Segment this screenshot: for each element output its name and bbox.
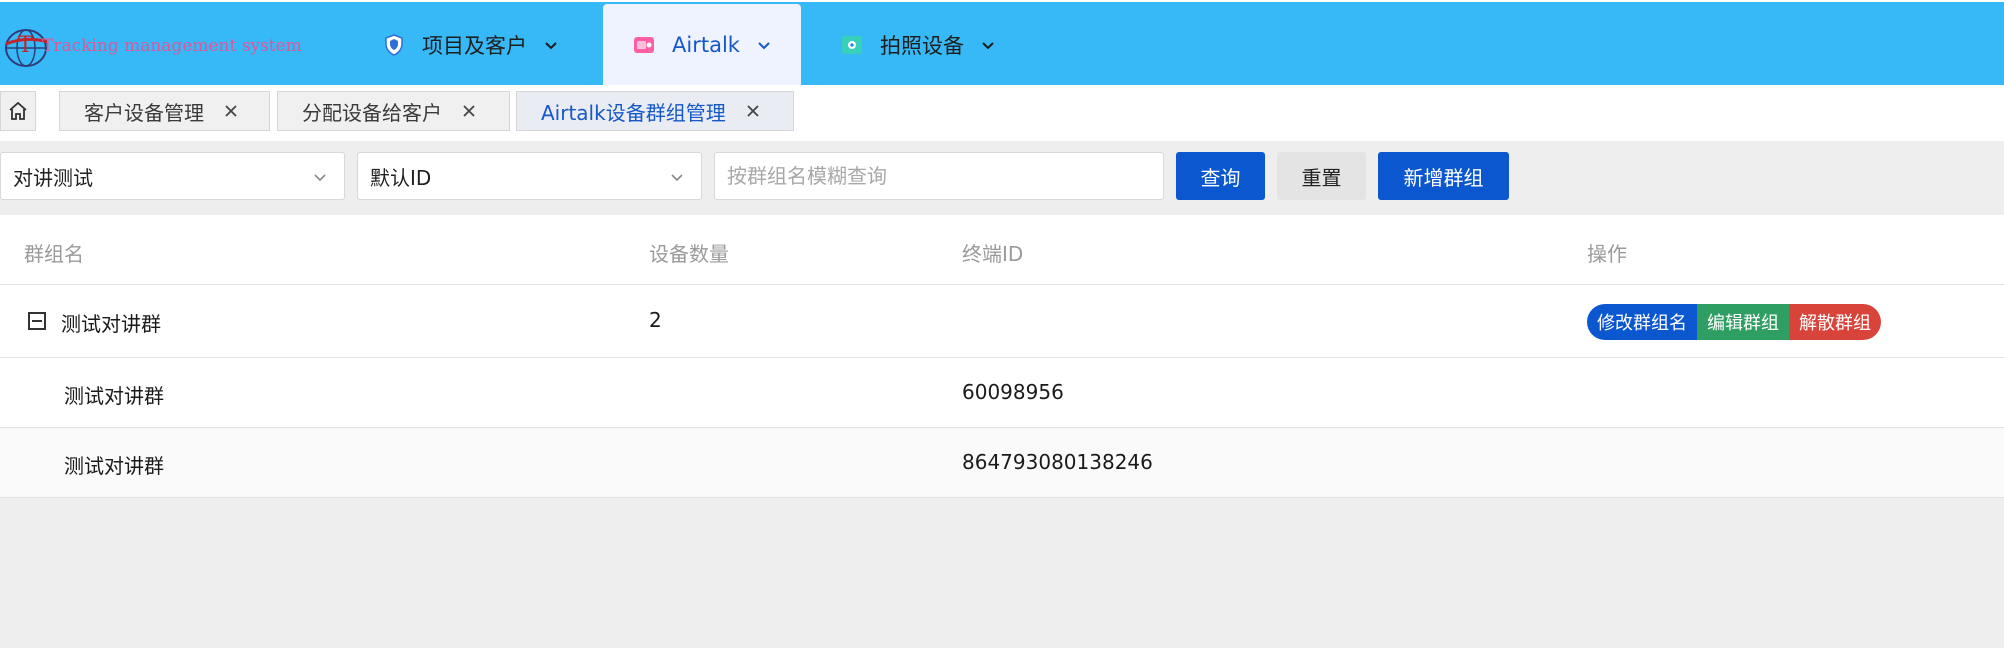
close-icon[interactable]: [224, 104, 238, 118]
tab-assign-devices[interactable]: 分配设备给客户: [277, 91, 510, 131]
tab-airtalk-groups[interactable]: Airtalk设备群组管理: [516, 91, 794, 131]
member-group-name-cell: 测试对讲群: [64, 454, 164, 478]
chevron-down-icon: [756, 37, 772, 53]
member-group-name-cell: 测试对讲群: [64, 384, 164, 408]
device-count-cell: 2: [649, 308, 662, 332]
table-header: 群组名 设备数量 终端ID 操作: [0, 215, 2004, 285]
reset-button[interactable]: 重置: [1277, 152, 1366, 200]
nav-label: 项目及客户: [422, 33, 527, 58]
svg-text:T: T: [18, 33, 33, 58]
table-row-child: 测试对讲群 60098956: [0, 358, 2004, 428]
column-header-terminal-id: 终端ID: [962, 242, 1024, 266]
query-button[interactable]: 查询: [1176, 152, 1265, 200]
home-icon: [9, 101, 27, 120]
camera-device-icon: [840, 33, 864, 57]
column-header-group-name: 群组名: [24, 242, 84, 266]
tab-label: Airtalk设备群组管理: [541, 100, 726, 125]
logo: T Tracking management system: [4, 18, 304, 74]
terminal-id-cell: 60098956: [962, 380, 1064, 404]
id-select-value: 默认ID: [370, 165, 432, 190]
nav-item-airtalk[interactable]: Airtalk: [603, 4, 801, 85]
edit-group-button[interactable]: 编辑群组: [1697, 304, 1789, 340]
row-actions: 修改群组名 编辑群组 解散群组: [1587, 304, 1881, 340]
tab-customer-devices[interactable]: 客户设备管理: [59, 91, 270, 131]
filter-bar: 对讲测试 默认ID 查询 重置 新增群组: [0, 141, 2004, 215]
terminal-id-cell: 864793080138246: [962, 450, 1153, 474]
nav-label: Airtalk: [672, 32, 740, 57]
tab-home[interactable]: [0, 91, 36, 131]
chevron-down-icon: [543, 37, 559, 53]
dissolve-group-button[interactable]: 解散群组: [1789, 304, 1881, 340]
table-row-group: 测试对讲群 2 修改群组名 编辑群组 解散群组: [0, 285, 2004, 358]
tab-bar: 客户设备管理 分配设备给客户 Airtalk设备群组管理: [0, 85, 2004, 141]
close-icon[interactable]: [462, 104, 476, 118]
column-header-device-count: 设备数量: [649, 242, 729, 266]
logo-text: Tracking management system: [42, 36, 302, 56]
nav-label: 拍照设备: [880, 33, 964, 58]
top-nav-bar: T Tracking management system 项目及客户 Airta…: [0, 2, 2004, 85]
project-select[interactable]: 对讲测试: [0, 152, 345, 200]
group-name-search-input[interactable]: [714, 152, 1164, 200]
nav-item-camera-devices[interactable]: 拍照设备: [840, 4, 996, 85]
tab-label: 分配设备给客户: [302, 100, 442, 125]
tab-label: 客户设备管理: [84, 100, 204, 125]
group-name-cell: 测试对讲群: [61, 312, 161, 336]
shield-icon: [382, 33, 406, 57]
airtalk-icon: [632, 33, 656, 57]
project-select-value: 对讲测试: [13, 165, 93, 190]
column-header-actions: 操作: [1587, 242, 1627, 266]
id-select[interactable]: 默认ID: [357, 152, 702, 200]
empty-content-area: [0, 498, 2004, 648]
group-table: 群组名 设备数量 终端ID 操作 测试对讲群 2 修改群组名 编辑群组 解散群组…: [0, 215, 2004, 498]
add-group-button[interactable]: 新增群组: [1378, 152, 1509, 200]
table-row-child: 测试对讲群 864793080138246: [0, 428, 2004, 498]
chevron-down-icon: [312, 169, 328, 185]
chevron-down-icon: [669, 169, 685, 185]
rename-group-button[interactable]: 修改群组名: [1587, 304, 1697, 340]
chevron-down-icon: [980, 37, 996, 53]
collapse-toggle-icon[interactable]: [28, 312, 46, 330]
close-icon[interactable]: [746, 104, 760, 118]
nav-item-projects[interactable]: 项目及客户: [382, 4, 559, 85]
